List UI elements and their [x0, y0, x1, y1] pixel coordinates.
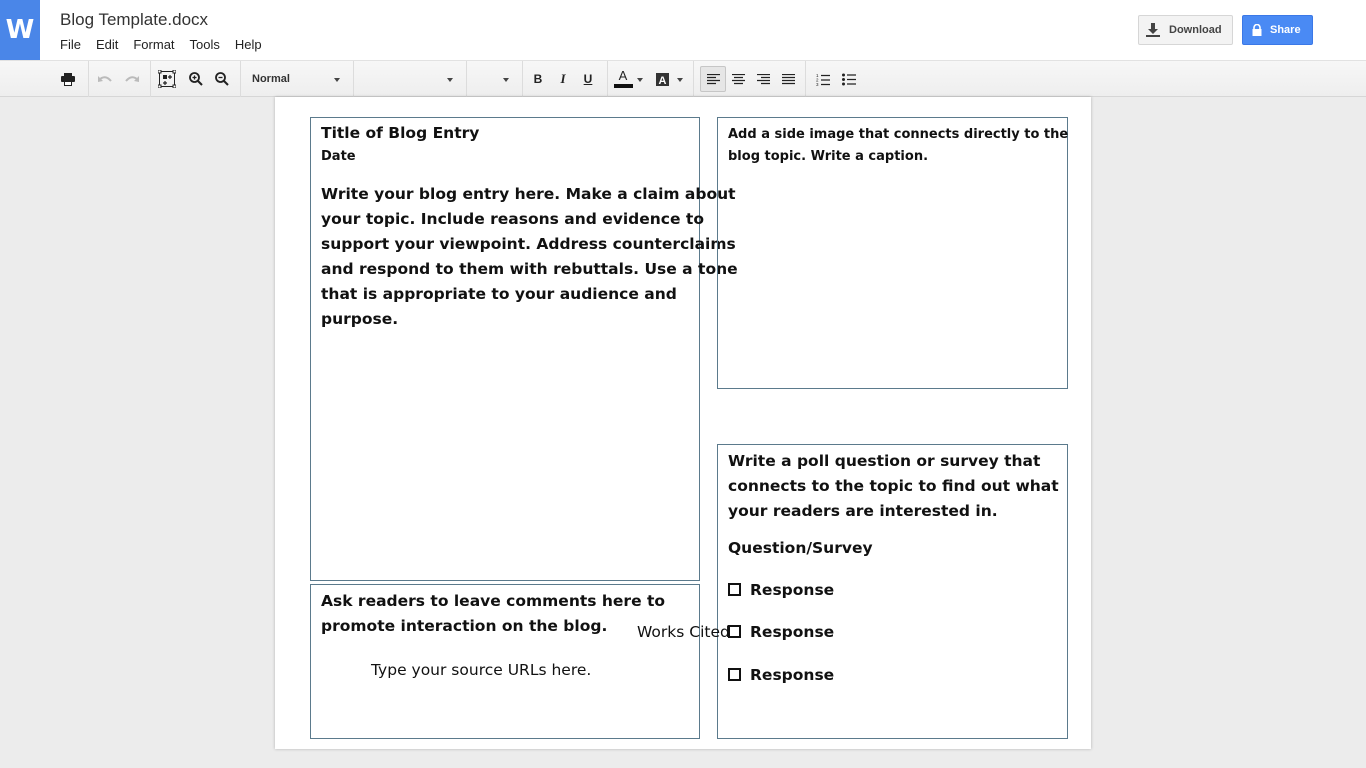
app-header: W Blog Template.docx File Edit Format To…: [0, 0, 1366, 60]
blog-body-line: Write your blog entry here. Make a claim…: [321, 185, 736, 203]
poll-response-item[interactable]: Response: [728, 666, 834, 684]
italic-icon[interactable]: I: [553, 61, 573, 97]
checkbox-icon[interactable]: [728, 625, 741, 638]
toolbar-separator: [607, 61, 608, 97]
download-icon: [1146, 23, 1160, 37]
poll-response-item[interactable]: Response: [728, 623, 834, 641]
blog-body-line: your topic. Include reasons and evidence…: [321, 210, 704, 228]
poll-response-label: Response: [750, 623, 835, 641]
menu-edit[interactable]: Edit: [96, 37, 118, 52]
menu-bar: File Edit Format Tools Help: [60, 37, 277, 52]
menu-format[interactable]: Format: [133, 37, 174, 52]
menu-help[interactable]: Help: [235, 37, 262, 52]
share-label: Share: [1270, 24, 1301, 36]
poll-line: Write a poll question or survey that: [728, 452, 1041, 470]
svg-text:3: 3: [816, 82, 819, 86]
menu-tools[interactable]: Tools: [190, 37, 220, 52]
blog-body-line: support your viewpoint. Address counterc…: [321, 235, 736, 253]
blog-entry-textbox[interactable]: Title of Blog Entry Date Write your blog…: [310, 117, 738, 581]
poll-instructions: Write a poll question or survey that con…: [728, 449, 1059, 524]
highlight-color-chevron-icon[interactable]: [677, 78, 683, 82]
download-label: Download: [1169, 24, 1222, 36]
poll-line: your readers are interested in.: [728, 502, 998, 520]
document-title[interactable]: Blog Template.docx: [60, 10, 208, 30]
works-cited-heading[interactable]: Works Cited: [637, 623, 730, 641]
text-color-icon[interactable]: A: [612, 61, 634, 97]
poll-response-item[interactable]: Response: [728, 581, 834, 599]
poll-response-label: Response: [750, 666, 835, 684]
comments-textbox[interactable]: Ask readers to leave comments here to pr…: [310, 584, 700, 739]
toolbar-separator: [353, 61, 354, 97]
bold-icon[interactable]: B: [528, 61, 548, 97]
svg-text:A: A: [658, 75, 666, 86]
blog-body[interactable]: Write your blog entry here. Make a claim…: [321, 182, 738, 332]
download-button[interactable]: Download: [1138, 15, 1233, 45]
zoom-out-icon[interactable]: [212, 61, 232, 97]
font-size-dropdown[interactable]: [472, 61, 516, 97]
menu-file[interactable]: File: [60, 37, 81, 52]
blog-body-line: and respond to them with rebuttals. Use …: [321, 260, 738, 278]
lock-icon: [1252, 24, 1262, 36]
bulleted-list-icon[interactable]: [839, 61, 859, 97]
document-page[interactable]: Title of Blog Entry Date Write your blog…: [275, 97, 1091, 749]
paragraph-style-value: Normal: [252, 73, 290, 85]
comments-instructions: Ask readers to leave comments here to pr…: [321, 589, 665, 639]
font-family-dropdown[interactable]: [360, 61, 460, 97]
undo-icon[interactable]: [94, 61, 116, 97]
redo-icon[interactable]: [121, 61, 143, 97]
blog-body-line: that is appropriate to your audience and: [321, 285, 677, 303]
fit-page-icon[interactable]: [156, 61, 178, 97]
toolbar-separator: [240, 61, 241, 97]
print-icon[interactable]: [56, 61, 80, 97]
side-image-line: Add a side image that connects directly …: [728, 127, 1069, 142]
blog-title[interactable]: Title of Blog Entry: [321, 124, 479, 142]
chevron-down-icon: [503, 78, 509, 82]
share-button[interactable]: Share: [1242, 15, 1313, 45]
comments-line: promote interaction on the blog.: [321, 617, 608, 635]
toolbar-separator: [150, 61, 151, 97]
side-image-textbox[interactable]: Add a side image that connects directly …: [717, 117, 1068, 389]
align-right-icon[interactable]: [753, 61, 773, 97]
side-image-instructions: Add a side image that connects directly …: [728, 124, 1068, 168]
app-logo[interactable]: W: [0, 0, 40, 60]
blog-date[interactable]: Date: [321, 149, 356, 164]
toolbar-separator: [466, 61, 467, 97]
checkbox-icon[interactable]: [728, 583, 741, 596]
underline-icon[interactable]: U: [578, 61, 598, 97]
poll-question[interactable]: Question/Survey: [728, 539, 873, 557]
paragraph-style-dropdown[interactable]: Normal: [252, 61, 348, 97]
toolbar: Normal B I U A A 123: [0, 60, 1366, 97]
sources-placeholder[interactable]: Type your source URLs here.: [371, 661, 591, 679]
toolbar-separator: [805, 61, 806, 97]
zoom-in-icon[interactable]: [186, 61, 206, 97]
poll-textbox[interactable]: Write a poll question or survey that con…: [717, 444, 1068, 739]
blog-body-line: purpose.: [321, 310, 399, 328]
highlight-color-icon[interactable]: A: [652, 61, 672, 97]
toolbar-separator: [522, 61, 523, 97]
numbered-list-icon[interactable]: 123: [813, 61, 833, 97]
poll-line: connects to the topic to find out what: [728, 477, 1059, 495]
align-center-icon[interactable]: [728, 61, 748, 97]
align-left-icon[interactable]: [703, 61, 723, 97]
chevron-down-icon: [334, 78, 340, 82]
toolbar-separator: [88, 61, 89, 97]
checkbox-icon[interactable]: [728, 668, 741, 681]
text-color-chevron-icon[interactable]: [637, 78, 643, 82]
poll-response-label: Response: [750, 581, 835, 599]
justify-icon[interactable]: [778, 61, 798, 97]
toolbar-separator: [693, 61, 694, 97]
chevron-down-icon: [447, 78, 453, 82]
comments-line: Ask readers to leave comments here to: [321, 592, 666, 610]
side-image-line: blog topic. Write a caption.: [728, 149, 929, 164]
